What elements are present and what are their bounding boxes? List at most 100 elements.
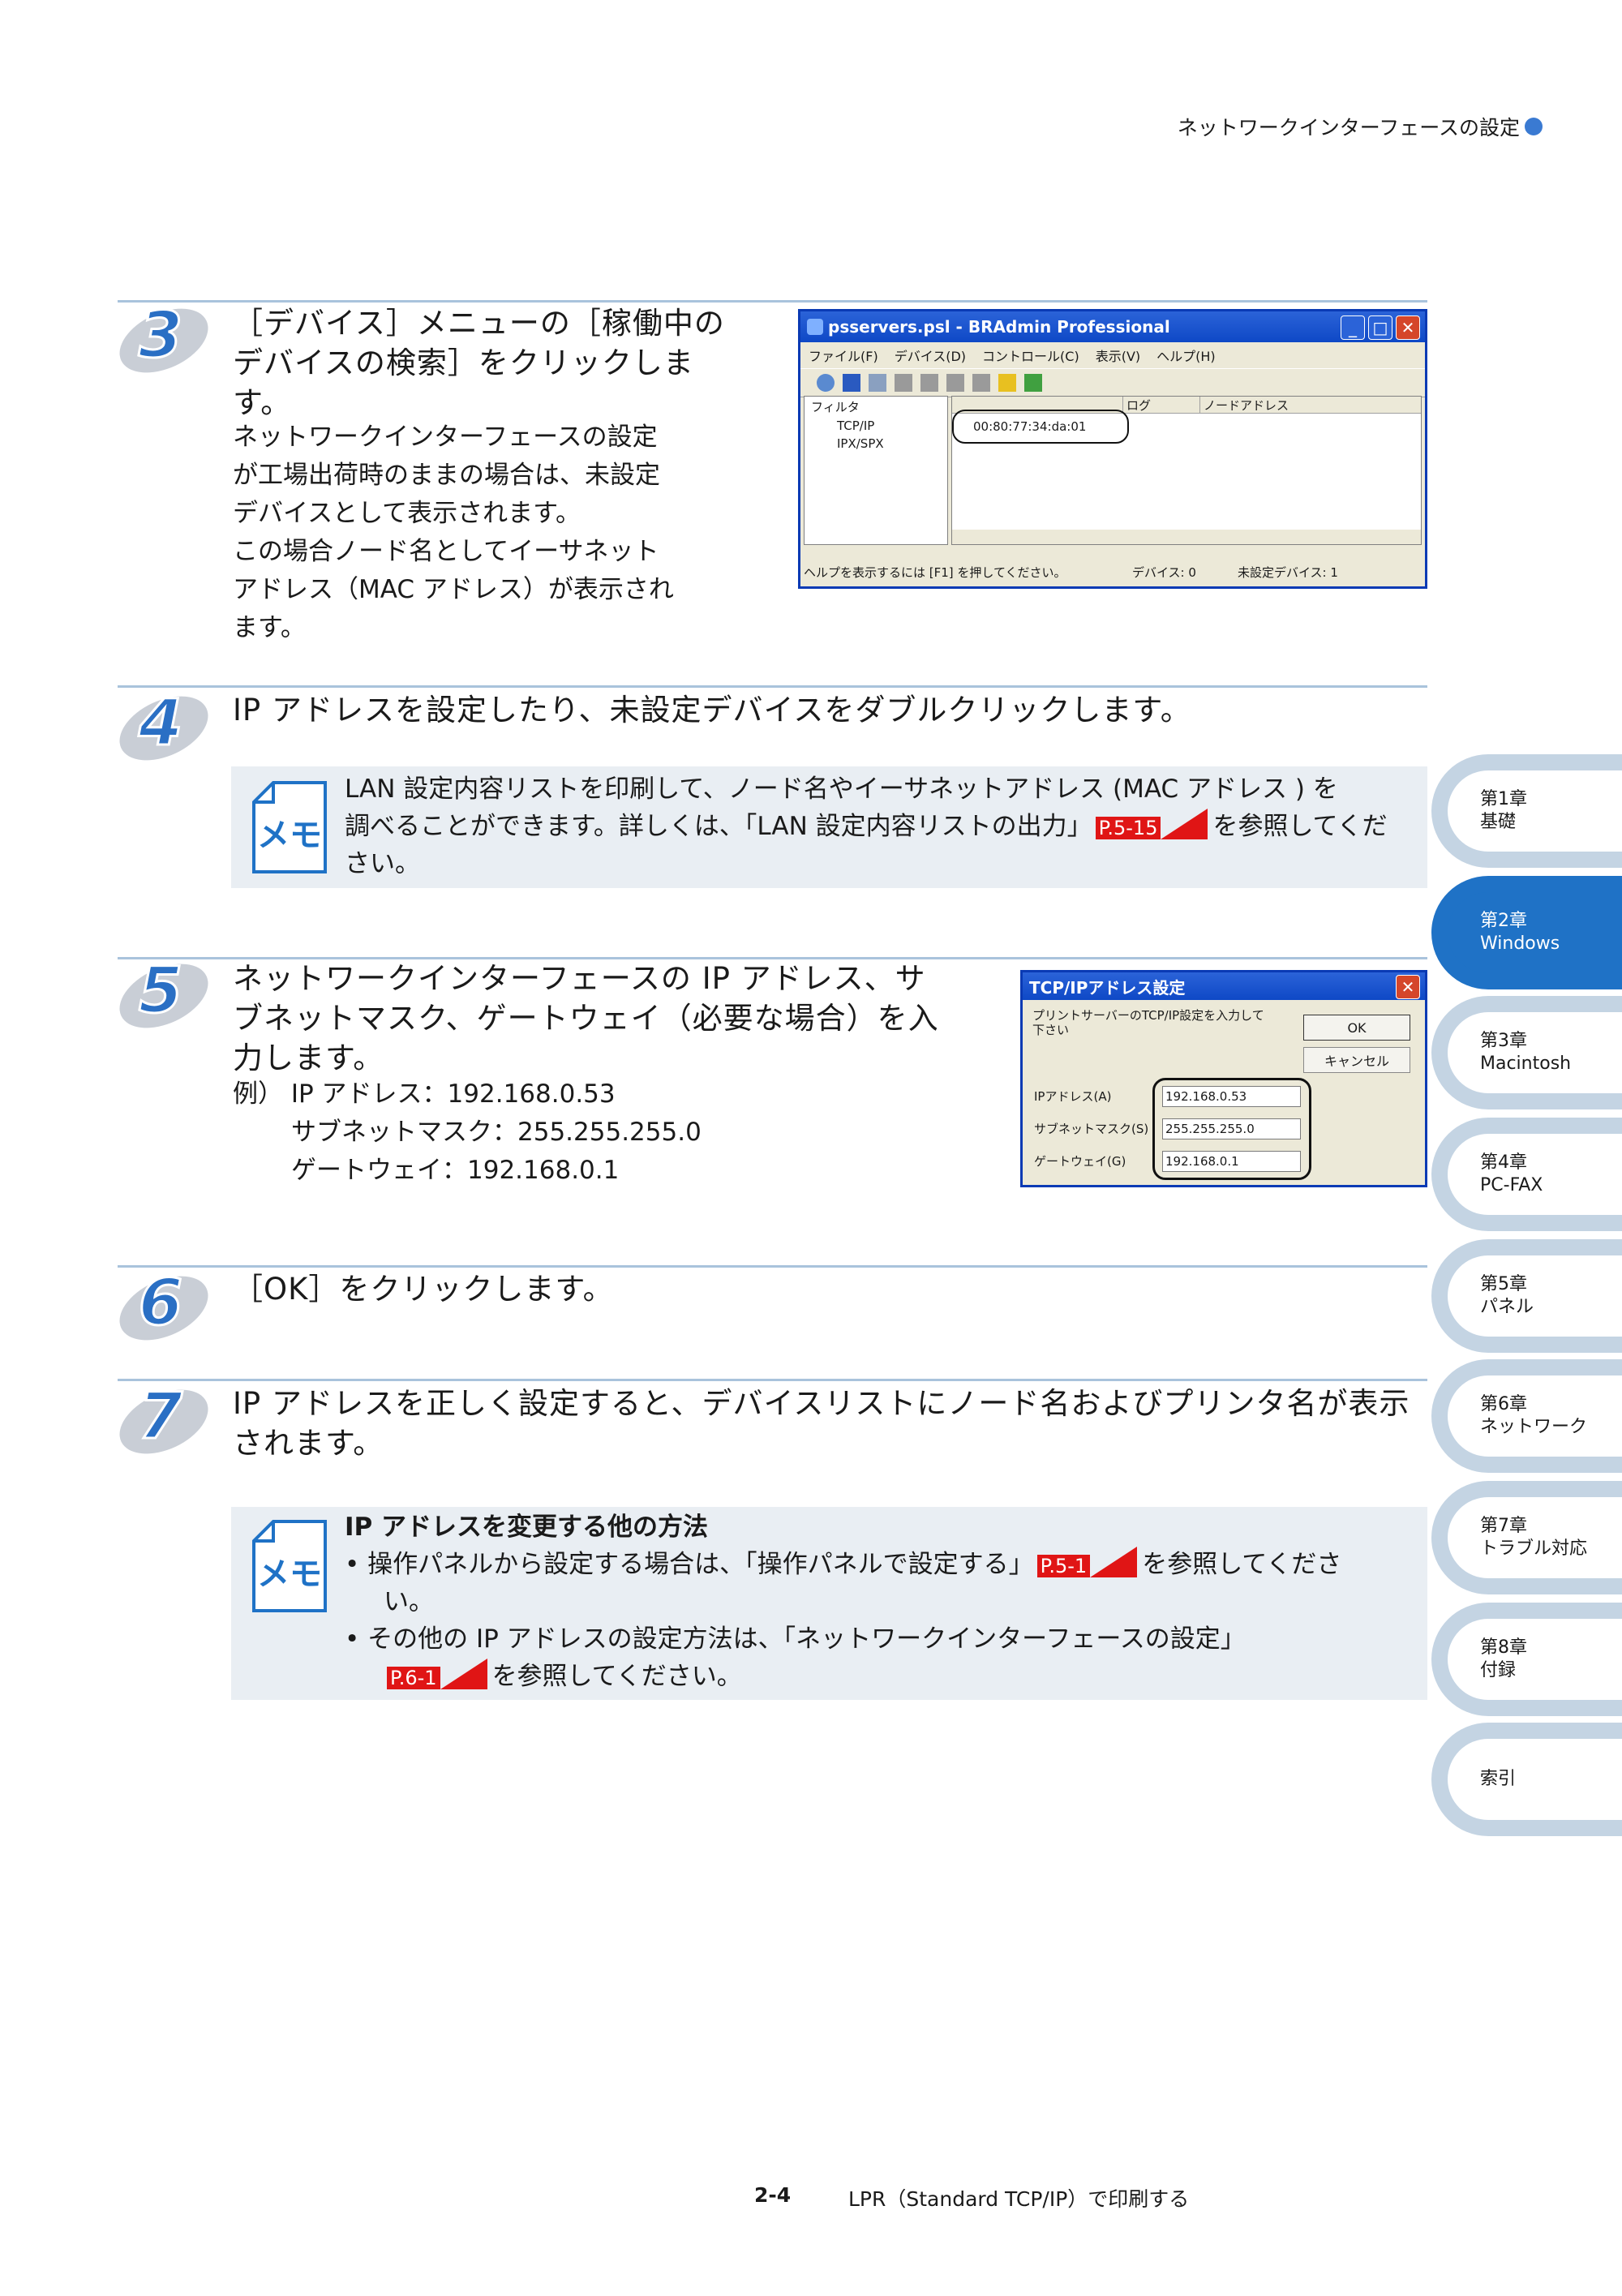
body-line: デバイスとして表示されます。: [233, 499, 581, 528]
refresh-icon[interactable]: [843, 374, 860, 392]
tab-face: 第6章 ネットワーク: [1448, 1375, 1622, 1457]
menu-file[interactable]: ファイル(F): [809, 345, 878, 365]
close-icon[interactable]: ✕: [1396, 315, 1420, 340]
tab-title: Windows: [1480, 933, 1560, 954]
body-line: この場合ノード名としてイーサネット: [233, 537, 659, 566]
tab-label: 索引: [1480, 1768, 1516, 1791]
ip-address-field[interactable]: 192.168.0.53: [1162, 1086, 1301, 1107]
tab-label: 第7章 トラブル対応: [1480, 1515, 1587, 1560]
tab-chapter: 第3章: [1480, 1031, 1527, 1051]
bradmin-window: psservers.psl - BRAdmin Professional _ □…: [798, 309, 1427, 589]
tcpip-titlebar: TCP/IPアドレス設定: [1023, 972, 1425, 1000]
memo-line: 調べることができます。詳しくは、「LAN 設定内容リストの出力」 P.5-15 を参…: [345, 808, 1388, 845]
subnet-label: サブネットマスク(S): [1034, 1122, 1149, 1136]
memo-bullet-cont: い。: [384, 1587, 434, 1616]
chapter-tab-4[interactable]: 第4章 PC-FAX: [1431, 1118, 1622, 1231]
svg-text:メモ: メモ: [257, 817, 322, 854]
page-ref-link[interactable]: P.5-15: [1092, 808, 1208, 845]
svg-text:4: 4: [138, 687, 182, 760]
horizontal-scrollbar[interactable]: [952, 530, 1421, 544]
page-ref-link[interactable]: P.6-1: [384, 1658, 487, 1695]
page-ref-link[interactable]: P.5-1: [1034, 1546, 1137, 1583]
network-icon[interactable]: [920, 374, 938, 392]
device-node-address: 00:80:77:34:da:01: [973, 419, 1087, 434]
user-icon[interactable]: [1024, 374, 1042, 392]
chapter-tab-7[interactable]: 第7章 トラブル対応: [1431, 1481, 1622, 1594]
close-icon[interactable]: ✕: [1396, 975, 1420, 999]
status-left: ヘルプを表示するには [F1] を押してください。: [804, 565, 1066, 580]
footer-title: LPR（Standard TCP/IP）で印刷する: [848, 2187, 1190, 2211]
tab-title: パネル: [1480, 1297, 1534, 1317]
toolbar: [800, 368, 1425, 397]
tab-face: 第8章 付録: [1448, 1619, 1622, 1700]
tree-item-tcpip[interactable]: TCP/IP: [805, 417, 947, 435]
subnet-mask-field[interactable]: 255.255.255.0: [1162, 1118, 1301, 1139]
ip-label: IPアドレス(A): [1034, 1089, 1112, 1104]
tcpip-dialog: TCP/IPアドレス設定 ✕ プリントサーバーのTCP/IP設定を入力して下さい…: [1020, 970, 1427, 1187]
table-row[interactable]: 00:80:77:34:da:01: [952, 410, 1129, 444]
status-bar: ヘルプを表示するには [F1] を押してください。 デバイス: 0 未設定デバイ…: [804, 564, 1420, 583]
menu-help[interactable]: ヘルプ(H): [1156, 345, 1216, 365]
step-7-title: IP アドレスを正しく設定すると、デバイスリストにノード名およびプリンタ名が表示…: [233, 1384, 1410, 1463]
tab-face: 第5章パネル: [1448, 1255, 1622, 1337]
menu-bar: ファイル(F) デバイス(D) コントロール(C) 表示(V) ヘルプ(H): [800, 342, 1425, 368]
tab-face: 第2章 Windows: [1448, 892, 1622, 973]
menu-device[interactable]: デバイス(D): [895, 345, 966, 365]
svg-text:7: 7: [139, 1380, 183, 1453]
ok-button[interactable]: OK: [1303, 1015, 1410, 1041]
memo-1-text: LAN 設定内容リストを印刷して、ノード名やイーサネットアドレス (MAC アド…: [345, 770, 1388, 882]
minimize-icon[interactable]: _: [1341, 315, 1365, 340]
page-ref[interactable]: P.6-1: [387, 1658, 487, 1689]
chapter-tab-3[interactable]: 第3章 Macintosh: [1431, 996, 1622, 1109]
page-ref[interactable]: P.5-15: [1095, 808, 1208, 839]
memo-icon: メモ: [252, 1520, 327, 1612]
memo-bullet: • その他の IP アドレスの設定方法は、「ネットワークインターフェースの設定」: [345, 1624, 1246, 1654]
step-5-title: ネットワークインターフェースの IP アドレス、サ ブネットマスク、ゲートウェイ…: [233, 959, 939, 1078]
step-5-example: 例） IP アドレス：192.168.0.53 サブネットマスク：255.255…: [233, 1075, 702, 1190]
bradmin-title: psservers.psl - BRAdmin Professional: [828, 317, 1170, 337]
svg-text:3: 3: [139, 299, 182, 372]
step-number-5-icon: 5: [119, 954, 208, 1029]
svg-text:6: 6: [139, 1267, 182, 1340]
gateway-field[interactable]: 192.168.0.1: [1162, 1151, 1301, 1172]
tab-face: 第1章 基礎: [1448, 770, 1622, 852]
chapter-tab-6[interactable]: 第6章 ネットワーク: [1431, 1359, 1622, 1473]
tab-title: PC-FAX: [1480, 1175, 1543, 1195]
tree-root[interactable]: フィルタ: [805, 397, 947, 417]
tab-label: 第5章パネル: [1480, 1273, 1534, 1319]
tab-label: 第2章 Windows: [1480, 910, 1560, 955]
help-icon[interactable]: [998, 374, 1016, 392]
svg-text:5: 5: [139, 955, 182, 1028]
tab-chapter: 第6章: [1480, 1394, 1527, 1414]
page-ref[interactable]: P.5-1: [1036, 1546, 1137, 1577]
running-header: ネットワークインターフェースの設定: [1178, 112, 1543, 141]
chapter-tab-index[interactable]: 索引: [1431, 1723, 1622, 1836]
gateway-label: ゲートウェイ(G): [1034, 1154, 1126, 1169]
settings-icon[interactable]: [869, 374, 886, 392]
chapter-tab-2[interactable]: 第2章 Windows: [1431, 876, 1622, 989]
chapter-tab-5[interactable]: 第5章パネル: [1431, 1239, 1622, 1353]
step-number-4-icon: 4: [119, 686, 208, 762]
tab-chapter: 第7章: [1480, 1516, 1527, 1536]
tree-item-ipxspx[interactable]: IPX/SPX: [805, 435, 947, 453]
tab-face: 索引: [1448, 1739, 1622, 1820]
list-icon[interactable]: [972, 374, 990, 392]
menu-control[interactable]: コントロール(C): [982, 345, 1079, 365]
step-divider: [118, 300, 1427, 303]
svg-text:メモ: メモ: [257, 1556, 322, 1593]
tab-label: 第4章 PC-FAX: [1480, 1152, 1543, 1197]
maximize-icon[interactable]: □: [1368, 315, 1392, 340]
chapter-tab-8[interactable]: 第8章 付録: [1431, 1603, 1622, 1716]
col-header-log[interactable]: ログ: [1123, 397, 1200, 413]
cancel-button[interactable]: キャンセル: [1303, 1047, 1410, 1073]
printer-icon[interactable]: [895, 374, 912, 392]
tab-chapter: 第5章: [1480, 1274, 1527, 1294]
col-header-node[interactable]: ノードアドレス: [1200, 397, 1289, 413]
properties-icon[interactable]: [946, 374, 964, 392]
step-number-6-icon: 6: [119, 1266, 208, 1341]
chapter-tab-1[interactable]: 第1章 基礎: [1431, 754, 1622, 868]
tab-title: Macintosh: [1480, 1054, 1572, 1074]
search-icon[interactable]: [817, 374, 835, 392]
menu-view[interactable]: 表示(V): [1096, 345, 1140, 365]
header-title: ネットワークインターフェースの設定: [1177, 116, 1520, 139]
